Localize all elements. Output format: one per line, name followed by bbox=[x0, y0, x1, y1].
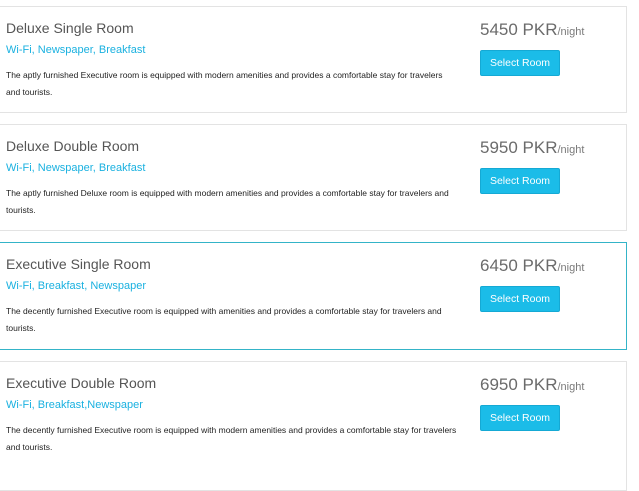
room-price: 6950 PKR/night bbox=[480, 375, 584, 395]
room-name: Executive Double Room bbox=[6, 375, 157, 391]
room-name: Deluxe Double Room bbox=[6, 138, 140, 154]
room-amenities: Wi-Fi, Breakfast, Newspaper bbox=[6, 280, 146, 292]
price-amount: 6950 PKR bbox=[480, 375, 558, 394]
room-card-executive-single: Executive Single Room Wi-Fi, Breakfast, … bbox=[0, 242, 627, 350]
select-room-button[interactable]: Select Room bbox=[480, 405, 560, 431]
room-description: The decently furnished Executive room is… bbox=[6, 306, 442, 333]
room-card-executive-double: Executive Double Room Wi-Fi, Breakfast,N… bbox=[0, 361, 627, 491]
select-room-button[interactable]: Select Room bbox=[480, 50, 560, 76]
price-amount: 5450 PKR bbox=[480, 20, 558, 39]
room-card-deluxe-double: Deluxe Double Room Wi-Fi, Newspaper, Bre… bbox=[0, 124, 627, 231]
price-unit: /night bbox=[557, 381, 585, 393]
room-name: Executive Single Room bbox=[6, 256, 151, 272]
room-price: 5950 PKR/night bbox=[480, 138, 584, 158]
room-price: 5450 PKR/night bbox=[480, 20, 584, 40]
select-room-button[interactable]: Select Room bbox=[480, 168, 560, 194]
room-description: The aptly furnished Executive room is eq… bbox=[6, 70, 443, 97]
price-amount: 5950 PKR bbox=[480, 138, 558, 157]
price-unit: /night bbox=[557, 262, 585, 274]
room-description: The aptly furnished Deluxe room is equip… bbox=[6, 188, 449, 215]
room-card-deluxe-single: Deluxe Single Room Wi-Fi, Newspaper, Bre… bbox=[0, 6, 627, 113]
room-description: The decently furnished Executive room is… bbox=[6, 425, 457, 452]
room-amenities: Wi-Fi, Newspaper, Breakfast bbox=[6, 162, 146, 174]
price-amount: 6450 PKR bbox=[480, 256, 558, 275]
room-list: Deluxe Single Room Wi-Fi, Newspaper, Bre… bbox=[0, 0, 639, 491]
select-room-button[interactable]: Select Room bbox=[480, 286, 560, 312]
room-amenities: Wi-Fi, Breakfast,Newspaper bbox=[6, 399, 143, 411]
price-unit: /night bbox=[557, 144, 585, 156]
price-unit: /night bbox=[557, 26, 585, 38]
room-price: 6450 PKR/night bbox=[480, 256, 584, 276]
room-name: Deluxe Single Room bbox=[6, 20, 134, 36]
room-amenities: Wi-Fi, Newspaper, Breakfast bbox=[6, 44, 146, 56]
